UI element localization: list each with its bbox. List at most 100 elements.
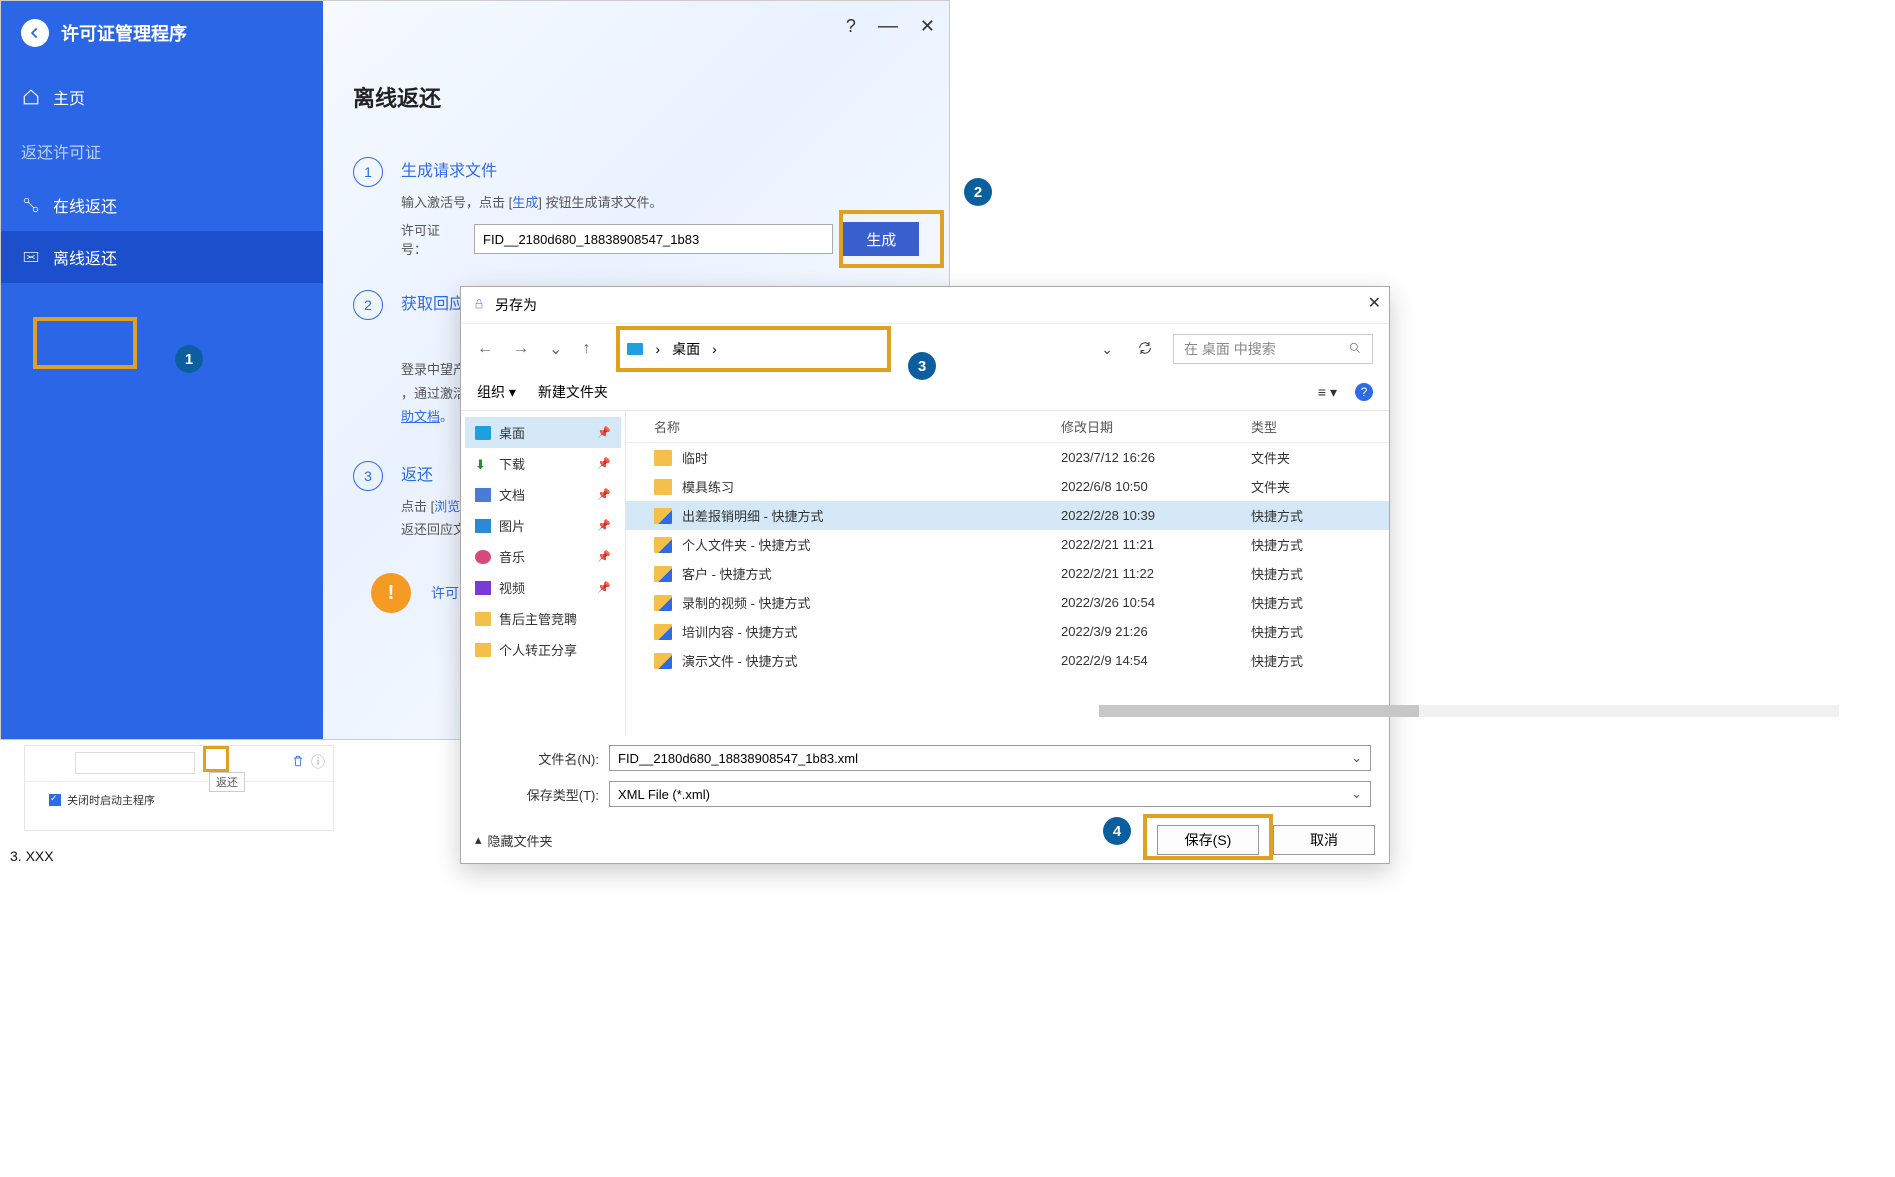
page-title: 离线返还	[353, 81, 919, 113]
info-link[interactable]: 许可	[431, 583, 459, 603]
close-icon[interactable]: ✕	[920, 16, 935, 37]
tree-downloads[interactable]: ⬇下载📌	[465, 448, 621, 479]
pin-icon: 📌	[597, 581, 611, 594]
save-as-footer: ▴ 隐藏文件夹 保存(S) 取消	[461, 817, 1389, 865]
save-as-body: 桌面📌 ⬇下载📌 文档📌 图片📌 音乐📌 视频📌 售后主管竞聘 个人转正分享 名…	[461, 411, 1389, 735]
nav-forward-icon[interactable]: →	[513, 340, 529, 358]
refresh-icon[interactable]	[1137, 340, 1153, 359]
nav-recent-icon[interactable]: ⌄	[549, 339, 562, 359]
list-item[interactable]: 培训内容 - 快捷方式2022/3/9 21:26快捷方式	[626, 617, 1389, 646]
shortcut-icon	[654, 566, 672, 582]
tree-folder-2[interactable]: 个人转正分享	[465, 634, 621, 665]
info-icon[interactable]: ⓘ	[311, 752, 325, 772]
generate-link[interactable]: 生成	[512, 195, 538, 210]
chevron-down-icon[interactable]: ⌄	[1351, 786, 1362, 802]
save-button[interactable]: 保存(S)	[1157, 825, 1259, 855]
lock-icon	[473, 297, 485, 313]
folder-icon	[654, 450, 672, 466]
chevron-up-icon: ▴	[475, 832, 482, 848]
help-icon[interactable]: ?	[1355, 383, 1373, 401]
pictures-icon	[475, 519, 491, 533]
step-2-badge: 2	[353, 290, 383, 320]
nav-back-icon[interactable]: ←	[477, 340, 493, 358]
search-icon	[1348, 341, 1362, 358]
shortcut-icon	[654, 537, 672, 553]
tree-videos[interactable]: 视频📌	[465, 572, 621, 603]
back-icon[interactable]	[21, 19, 49, 47]
list-item[interactable]: 临时2023/7/12 16:26文件夹	[626, 443, 1389, 472]
outline-item-3: 3. XXX	[10, 848, 54, 864]
shortcut-icon	[654, 508, 672, 524]
tree-folder-1[interactable]: 售后主管竞聘	[465, 603, 621, 634]
pin-icon: 📌	[597, 550, 611, 563]
pin-icon: 📌	[597, 488, 611, 501]
step-1-title: 生成请求文件	[401, 157, 919, 181]
home-icon	[21, 87, 41, 107]
tree-pictures[interactable]: 图片📌	[465, 510, 621, 541]
view-mode-button[interactable]: ≡ ▾	[1318, 384, 1337, 401]
list-item[interactable]: 客户 - 快捷方式2022/2/21 11:22快捷方式	[626, 559, 1389, 588]
help-doc-link[interactable]: 助文档	[401, 409, 440, 424]
scrollbar-thumb[interactable]	[1099, 705, 1419, 717]
nav-online-return[interactable]: 在线返还	[1, 179, 323, 231]
tree-music[interactable]: 音乐📌	[465, 541, 621, 572]
list-item[interactable]: 演示文件 - 快捷方式2022/2/9 14:54快捷方式	[626, 646, 1389, 675]
save-as-titlebar: 另存为 ✕	[461, 287, 1389, 324]
help-icon[interactable]: ?	[846, 16, 856, 37]
search-input[interactable]: 在 桌面 中搜索	[1173, 334, 1373, 364]
tree-documents[interactable]: 文档📌	[465, 479, 621, 510]
save-as-close-icon[interactable]: ✕	[1368, 293, 1381, 313]
header-type[interactable]: 类型	[1251, 417, 1361, 436]
mini-toolbar: ⓘ	[25, 746, 333, 782]
header-date[interactable]: 修改日期	[1061, 417, 1251, 436]
step-1: 1 生成请求文件 输入激活号，点击 [生成] 按钮生成请求文件。 许可证号： 生…	[353, 157, 919, 258]
license-label: 许可证号：	[401, 220, 464, 258]
cancel-button[interactable]: 取消	[1273, 825, 1375, 855]
sidebar-header: 许可证管理程序	[1, 19, 323, 71]
license-input[interactable]	[474, 224, 833, 254]
music-icon	[475, 550, 491, 564]
list-item[interactable]: 录制的视频 - 快捷方式2022/3/26 10:54快捷方式	[626, 588, 1389, 617]
folder-icon	[654, 479, 672, 495]
list-item[interactable]: 模具练习2022/6/8 10:50文件夹	[626, 472, 1389, 501]
browse-link[interactable]: 浏览	[434, 499, 460, 514]
annotation-1: 1	[175, 345, 203, 373]
chevron-down-icon[interactable]: ⌄	[1351, 750, 1362, 766]
document-icon	[475, 488, 491, 502]
nav-offline-return[interactable]: 离线返还	[1, 231, 323, 283]
shortcut-icon	[654, 595, 672, 611]
nav-up-icon[interactable]: ↑	[582, 340, 590, 358]
trash-icon[interactable]	[291, 754, 305, 771]
mini-tooltip: 返还	[209, 772, 245, 792]
nav-online-return-label: 在线返还	[53, 193, 117, 217]
tree-desktop[interactable]: 桌面📌	[465, 417, 621, 448]
horizontal-scrollbar[interactable]	[1099, 705, 1839, 717]
chevron-down-icon[interactable]: ⌄	[1101, 341, 1113, 358]
generate-button[interactable]: 生成	[843, 222, 919, 256]
list-item[interactable]: 个人文件夹 - 快捷方式2022/2/21 11:21快捷方式	[626, 530, 1389, 559]
header-name[interactable]: 名称	[654, 417, 1061, 436]
minimize-icon[interactable]: —	[878, 15, 898, 38]
nav-home-label: 主页	[53, 85, 85, 109]
hide-folders-toggle[interactable]: ▴ 隐藏文件夹	[475, 831, 553, 850]
pin-icon: 📌	[597, 426, 611, 439]
sidebar: 许可证管理程序 主页 返还许可证 在线返还 离线返还	[1, 1, 323, 739]
filename-input[interactable]: FID__2180d680_18838908547_1b83.xml⌄	[609, 745, 1371, 771]
video-icon	[475, 581, 491, 595]
pin-icon: 📌	[597, 519, 611, 532]
breadcrumb[interactable]: › 桌面 ›	[610, 334, 830, 364]
app-title: 许可证管理程序	[61, 20, 187, 46]
search-placeholder: 在 桌面 中搜索	[1184, 339, 1276, 359]
list-item[interactable]: 出差报销明细 - 快捷方式2022/2/28 10:39快捷方式	[626, 501, 1389, 530]
auto-start-label: 关闭时启动主程序	[67, 792, 155, 808]
organize-button[interactable]: 组织 ▾	[477, 382, 516, 402]
folder-tree: 桌面📌 ⬇下载📌 文档📌 图片📌 音乐📌 视频📌 售后主管竞聘 个人转正分享	[461, 411, 626, 735]
annotation-4: 4	[1103, 817, 1131, 845]
list-header: 名称 修改日期 类型	[626, 411, 1389, 443]
nav-home[interactable]: 主页	[1, 71, 323, 123]
online-return-icon	[21, 195, 41, 215]
new-folder-button[interactable]: 新建文件夹	[538, 382, 608, 402]
step-1-text: 输入激活号，点击 [生成] 按钮生成请求文件。	[401, 191, 919, 214]
auto-start-checkbox[interactable]	[49, 794, 61, 806]
filetype-input[interactable]: XML File (*.xml)⌄	[609, 781, 1371, 807]
